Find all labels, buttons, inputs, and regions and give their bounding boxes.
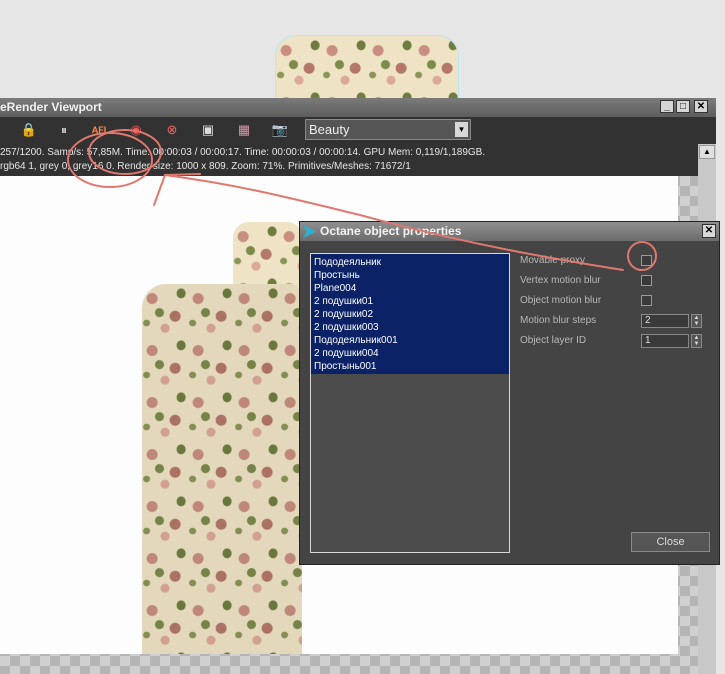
annotation-circle-1 xyxy=(67,132,153,188)
annotation-overlay xyxy=(67,129,657,271)
annotation-circle-3 xyxy=(627,241,657,271)
annotation-strokes xyxy=(67,129,657,271)
annotation-arrow-line xyxy=(164,174,624,271)
